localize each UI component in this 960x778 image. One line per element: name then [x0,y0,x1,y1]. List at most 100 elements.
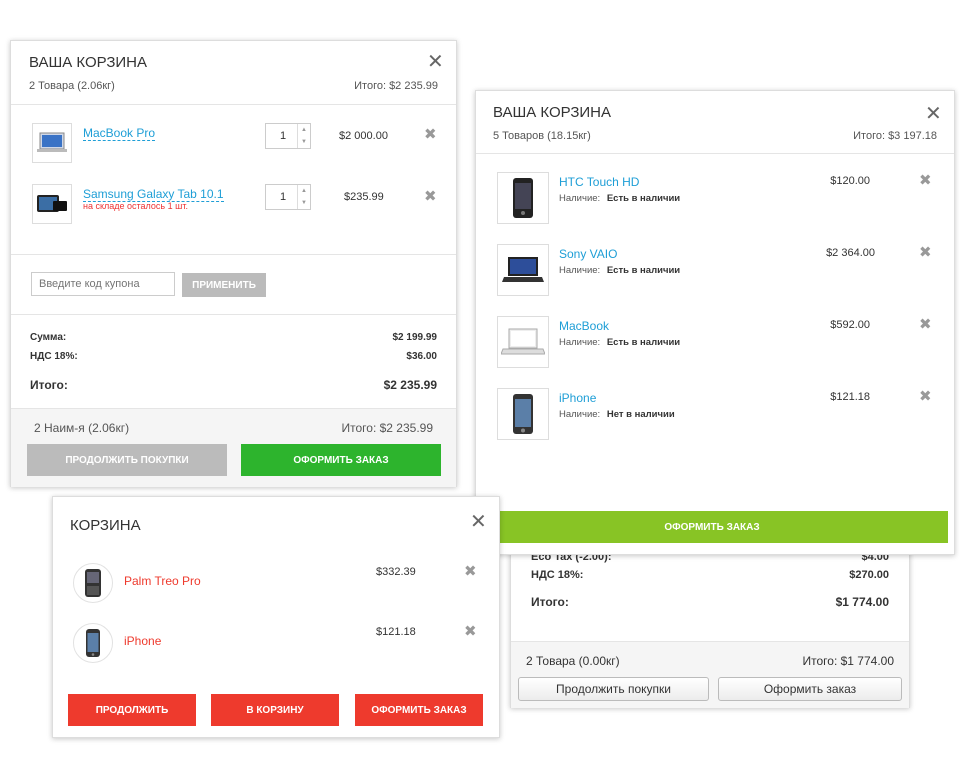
cart-title: ВАША КОРЗИНА [493,104,612,121]
remove-icon[interactable]: ✖ [424,189,437,204]
footer-summary: 2 Наим-я (2.06кг) [34,421,130,435]
checkout-button[interactable]: Оформить заказ [718,677,902,701]
coupon-input[interactable] [31,272,175,296]
remove-icon[interactable]: ✖ [919,245,932,260]
checkout-button[interactable]: ОФОРМИТЬ ЗАКАЗ [355,694,483,726]
stock-row: Наличие: Нет в наличии [559,409,675,420]
stock-status: Есть в наличии [606,337,681,348]
cart-total: Итого: $2 235.99 [354,80,438,92]
cart-summary: 5 Товаров (18.15кг) [493,130,591,142]
remove-icon[interactable]: ✖ [919,317,932,332]
remove-icon[interactable]: ✖ [464,624,477,639]
qty-up-icon[interactable]: ▲ [298,185,310,197]
product-link[interactable]: MacBook [559,319,609,333]
product-image[interactable] [497,244,549,296]
item-price: $121.18 [830,391,870,403]
cart-title: ВАША КОРЗИНА [29,54,148,71]
qty-down-icon[interactable]: ▼ [298,136,310,148]
stock-row: Наличие: Есть в наличии [559,337,680,348]
footer-total: Итого: $1 774.00 [802,654,895,668]
item-price: $2 000.00 [339,130,388,142]
cart-title: КОРЗИНА [70,517,141,534]
remove-icon[interactable]: ✖ [919,173,932,188]
phone-icon [513,394,533,434]
item-price: $235.99 [344,191,384,203]
close-icon[interactable]: ✕ [925,104,942,124]
phone-icon [85,569,101,597]
close-icon[interactable]: ✕ [427,52,444,72]
item-price: $2 364.00 [826,247,875,259]
grand-total-value: $2 235.99 [383,378,437,392]
checkout-button[interactable]: ОФОРМИТЬ ЗАКАЗ [241,444,441,476]
product-image[interactable] [73,623,113,663]
footer-summary: 2 Товара (0.00кг) [526,654,620,668]
product-image[interactable] [73,563,113,603]
vat-value: $270.00 [849,569,889,581]
continue-button[interactable]: ПРОДОЛЖИТЬ [68,694,196,726]
checkout-button[interactable]: ОФОРМИТЬ ЗАКАЗ [476,511,948,543]
cart-panel-3: КОРЗИНА ✕ Palm Treo Pro $332.39 ✖ iPhone… [52,496,500,738]
grand-total-label: Итого: [531,595,569,609]
close-icon[interactable]: ✕ [470,512,487,532]
to-cart-button[interactable]: В КОРЗИНУ [211,694,339,726]
product-image[interactable] [497,316,549,368]
item-price: $332.39 [376,566,416,578]
product-link[interactable]: Samsung Galaxy Tab 10.1 [83,187,224,202]
product-link[interactable]: iPhone [559,391,596,405]
footer: 2 Товара (0.00кг) Итого: $1 774.00 Продо… [511,641,909,708]
vat-label: НДС 18%: [531,569,584,581]
product-image[interactable] [497,172,549,224]
laptop-icon [501,328,545,355]
quantity-value[interactable]: 1 [280,191,286,203]
cart-panel-2: ВАША КОРЗИНА ✕ 5 Товаров (18.15кг) Итого… [475,90,955,555]
product-image[interactable] [32,184,72,224]
grand-total-value: $1 774.00 [835,595,889,609]
product-link[interactable]: HTC Touch HD [559,175,639,189]
phone-icon [86,629,100,657]
apply-coupon-button[interactable]: ПРИМЕНИТЬ [182,273,266,297]
quantity-stepper[interactable]: 1 ▲ ▼ [265,184,311,210]
product-image[interactable] [32,123,72,163]
stock-row: Наличие: Есть в наличии [559,193,680,204]
item-price: $592.00 [830,319,870,331]
qty-down-icon[interactable]: ▼ [298,197,310,209]
product-link[interactable]: iPhone [124,634,161,648]
vat-label: НДС 18%: [30,351,78,362]
stock-status: Нет в наличии [606,409,675,420]
stock-row: Наличие: Есть в наличии [559,265,680,276]
continue-shopping-button[interactable]: Продолжить покупки [518,677,709,701]
stock-status: Есть в наличии [606,265,681,276]
laptop-icon [502,257,544,282]
remove-icon[interactable]: ✖ [424,127,437,142]
tablet-icon [37,195,67,212]
cart-panel-classic: Eco Tax (-2.00): $4.00 НДС 18%: $270.00 … [510,540,910,708]
grand-total-label: Итого: [30,378,68,392]
product-image[interactable] [497,388,549,440]
footer: 2 Наим-я (2.06кг) Итого: $2 235.99 ПРОДО… [11,408,456,487]
item-price: $120.00 [830,175,870,187]
product-link[interactable]: Palm Treo Pro [124,574,201,588]
quantity-value[interactable]: 1 [280,130,286,142]
subtotal-label: Сумма: [30,332,67,343]
stock-label: Наличие: [559,265,601,276]
product-link[interactable]: Sony VAIO [559,247,617,261]
remove-icon[interactable]: ✖ [919,389,932,404]
footer-total: Итого: $2 235.99 [341,421,434,435]
stock-status: Есть в наличии [606,193,681,204]
stock-label: Наличие: [559,337,601,348]
cart-panel-1: ВАША КОРЗИНА ✕ 2 Товара (2.06кг) Итого: … [10,40,457,487]
item-price: $121.18 [376,626,416,638]
stock-warning: на складе осталось 1 шт. [83,201,188,211]
stock-label: Наличие: [559,193,601,204]
product-link[interactable]: MacBook Pro [83,126,156,141]
qty-up-icon[interactable]: ▲ [298,124,310,136]
phone-icon [513,178,533,218]
remove-icon[interactable]: ✖ [464,564,477,579]
continue-shopping-button[interactable]: ПРОДОЛЖИТЬ ПОКУПКИ [27,444,227,476]
vat-value: $36.00 [406,351,437,362]
cart-total: Итого: $3 197.18 [853,130,937,142]
cart-summary: 2 Товара (2.06кг) [29,80,115,92]
quantity-stepper[interactable]: 1 ▲ ▼ [265,123,311,149]
subtotal-value: $2 199.99 [392,332,438,343]
stock-label: Наличие: [559,409,601,420]
